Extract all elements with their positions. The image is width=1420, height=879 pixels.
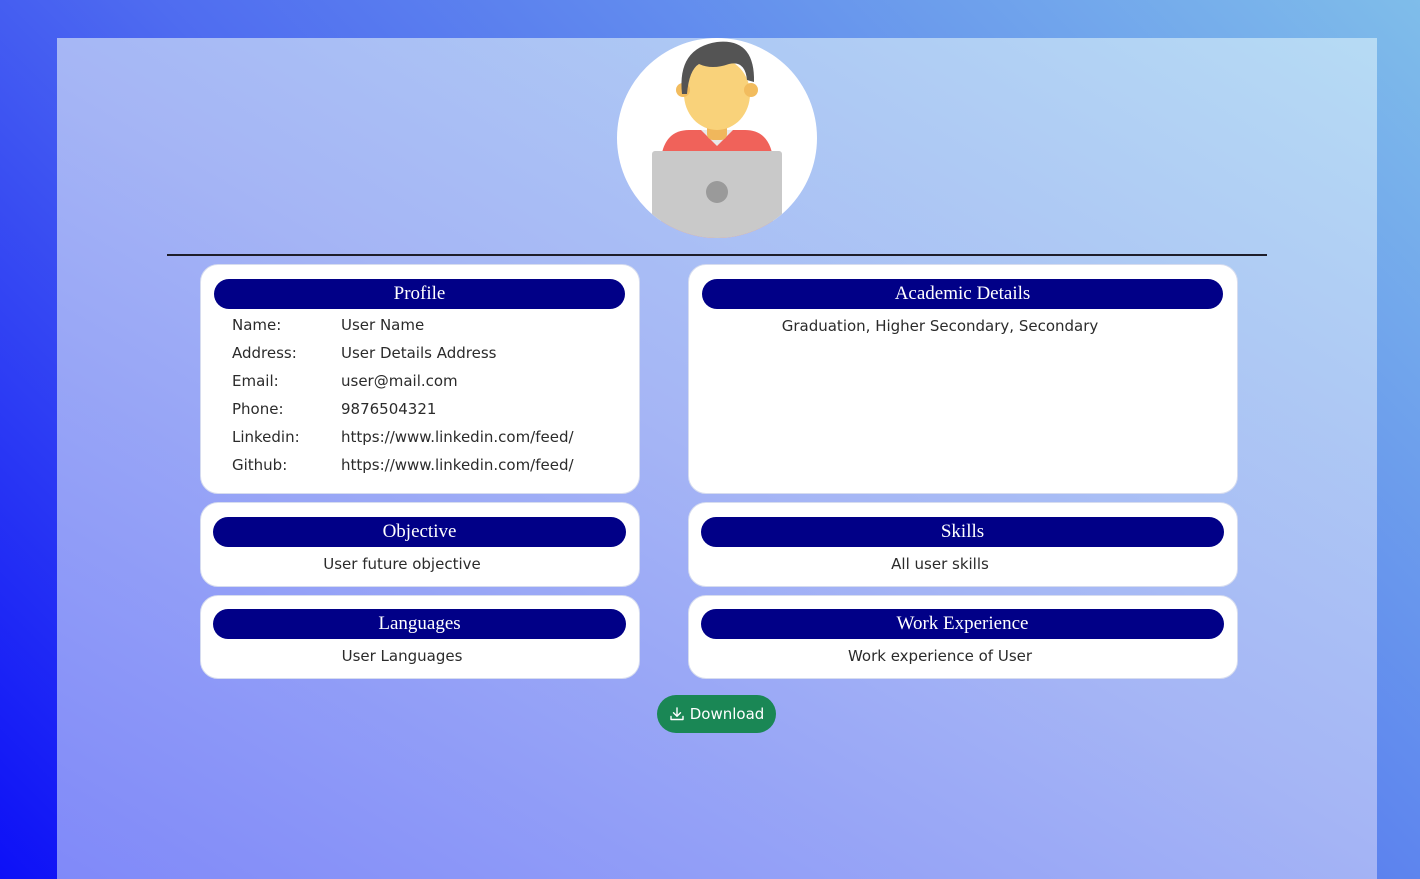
languages-card: Languages User Languages — [200, 595, 640, 679]
email-value: user@mail.com — [341, 372, 458, 390]
linkedin-value: https://www.linkedin.com/feed/ — [341, 428, 574, 446]
academic-header: Academic Details — [702, 279, 1223, 309]
skills-text: All user skills — [891, 555, 989, 573]
profile-header: Profile — [214, 279, 625, 309]
experience-header: Work Experience — [701, 609, 1224, 639]
experience-text: Work experience of User — [847, 647, 1033, 665]
divider — [167, 254, 1267, 256]
phone-label: Phone: — [232, 400, 284, 418]
objective-header: Objective — [213, 517, 626, 547]
address-label: Address: — [232, 344, 297, 362]
experience-card: Work Experience Work experience of User — [688, 595, 1238, 679]
avatar — [617, 38, 817, 238]
profile-card: Profile Name: User Name Address: User De… — [200, 264, 640, 494]
download-icon — [670, 707, 684, 721]
resume-panel: Profile Name: User Name Address: User De… — [57, 38, 1377, 879]
address-value: User Details Address — [341, 344, 497, 362]
email-label: Email: — [232, 372, 279, 390]
skills-card: Skills All user skills — [688, 502, 1238, 587]
user-with-laptop-icon — [652, 41, 782, 238]
name-value: User Name — [341, 316, 425, 334]
academic-text: Graduation, Higher Secondary, Secondary — [781, 317, 1099, 335]
languages-header: Languages — [213, 609, 626, 639]
objective-text: User future objective — [323, 555, 481, 573]
languages-text: User Languages — [341, 647, 463, 665]
github-label: Github: — [232, 456, 288, 474]
name-label: Name: — [232, 316, 282, 334]
objective-card: Objective User future objective — [200, 502, 640, 587]
skills-header: Skills — [701, 517, 1224, 547]
phone-value: 9876504321 — [341, 400, 437, 418]
github-value: https://www.linkedin.com/feed/ — [341, 456, 574, 474]
academic-card: Academic Details Graduation, Higher Seco… — [688, 264, 1238, 494]
download-button[interactable]: Download — [657, 695, 776, 733]
linkedin-label: Linkedin: — [232, 428, 300, 446]
download-label: Download — [689, 705, 765, 723]
